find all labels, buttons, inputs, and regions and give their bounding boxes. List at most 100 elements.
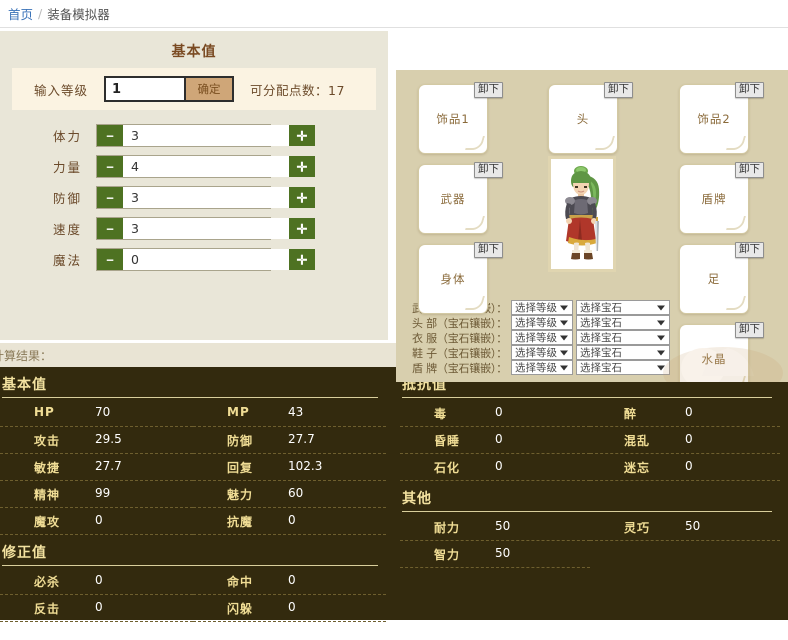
gem-stone-select[interactable]: 选择宝石 xyxy=(576,330,670,345)
results-row: 敏捷 27.7 回复 102.3 xyxy=(0,454,386,481)
results-stat-value: 0 xyxy=(288,600,296,614)
unequip-button[interactable]: 卸下 xyxy=(604,82,633,99)
breadcrumb-current: 装备模拟器 xyxy=(47,7,110,22)
results-stat-value: 43 xyxy=(288,405,304,419)
gem-level-select-value: 选择等级 xyxy=(515,362,557,374)
calc-result-label: 计算结果： xyxy=(0,348,53,363)
results-stat-value: 0 xyxy=(685,459,693,473)
minus-icon: − xyxy=(106,221,114,236)
stat-value-input[interactable] xyxy=(123,218,289,239)
results-stat-name: 反击 xyxy=(34,602,61,616)
gem-socket-row: 头 部（宝石镶嵌）： 选择等级 选择宝石 xyxy=(406,315,671,330)
results-section-divider xyxy=(402,511,772,512)
equipment-slot-label: 水晶 xyxy=(701,352,727,366)
results-stat-name: 混乱 xyxy=(624,434,651,448)
stat-value-input[interactable] xyxy=(123,125,289,146)
results-section-title: 其他 xyxy=(402,491,432,507)
main-panels: 基本值 输入等级 确定 可分配点数：17 体力−✛力量−✛防御−✛速度−✛魔法−… xyxy=(0,28,788,382)
results-stat-name: 命中 xyxy=(227,575,254,589)
results-stat-value: 50 xyxy=(685,519,701,533)
stat-value-input[interactable] xyxy=(123,249,289,270)
gem-level-select[interactable]: 选择等级 xyxy=(511,315,573,330)
results-stat-name: 毒 xyxy=(434,407,448,421)
results-stat-value: 70 xyxy=(95,405,111,419)
results-row: 魔攻 0 抗魔 0 xyxy=(0,508,386,535)
gem-level-select-value: 选择等级 xyxy=(515,347,557,359)
gem-stone-select-value: 选择宝石 xyxy=(580,332,622,344)
gem-level-select[interactable]: 选择等级 xyxy=(511,345,573,360)
stat-value-input[interactable] xyxy=(123,156,289,177)
results-stat-name: 耐力 xyxy=(434,521,461,535)
results-row: 反击 0 闪躲 0 xyxy=(0,595,386,622)
stat-decrease-button[interactable]: − xyxy=(97,187,123,208)
results-cell: 防御 27.7 xyxy=(193,427,386,454)
results-cell: 回复 102.3 xyxy=(193,454,386,481)
stat-decrease-button[interactable]: − xyxy=(97,125,123,146)
stat-decrease-button[interactable]: − xyxy=(97,218,123,239)
results-stat-value: 60 xyxy=(288,486,304,500)
unequip-button[interactable]: 卸下 xyxy=(474,242,503,259)
results-stat-name: 石化 xyxy=(434,461,461,475)
slot-corner-ornament-icon xyxy=(725,216,747,230)
chevron-down-icon xyxy=(657,320,665,325)
results-stat-value: 27.7 xyxy=(95,459,122,473)
unequip-button[interactable]: 卸下 xyxy=(735,322,764,339)
stat-value-input[interactable] xyxy=(123,187,289,208)
results-cell: MP 43 xyxy=(193,400,386,427)
unequip-button[interactable]: 卸下 xyxy=(474,162,503,179)
gem-socket-label: 盾 牌（宝石镶嵌）： xyxy=(412,361,507,375)
results-stat-value: 102.3 xyxy=(288,459,323,473)
minus-icon: − xyxy=(106,252,114,267)
stat-increase-button[interactable]: ✛ xyxy=(289,156,315,177)
equipment-slot-label: 饰品2 xyxy=(697,112,731,126)
results-stat-value: 0 xyxy=(95,600,103,614)
gem-stone-select[interactable]: 选择宝石 xyxy=(576,345,670,360)
confirm-level-button[interactable]: 确定 xyxy=(184,78,233,100)
minus-icon: − xyxy=(106,159,114,174)
results-section-title: 基本值 xyxy=(2,377,47,393)
stat-increase-button[interactable]: ✛ xyxy=(289,125,315,146)
gem-stone-select[interactable]: 选择宝石 xyxy=(576,300,670,315)
unequip-button[interactable]: 卸下 xyxy=(735,242,764,259)
stat-stepper: −✛ xyxy=(96,248,315,271)
character-portrait xyxy=(548,156,616,272)
results-stat-value: 0 xyxy=(685,432,693,446)
minus-icon: − xyxy=(106,128,114,143)
stat-decrease-button[interactable]: − xyxy=(97,249,123,270)
stat-label: 魔法 xyxy=(52,253,82,268)
results-cell: 石化 0 xyxy=(400,454,590,481)
plus-icon: ✛ xyxy=(296,221,308,236)
gem-stone-select[interactable]: 选择宝石 xyxy=(576,360,670,375)
breadcrumb-home-link[interactable]: 首页 xyxy=(8,4,33,23)
unequip-button[interactable]: 卸下 xyxy=(735,82,764,99)
results-section-divider xyxy=(2,565,378,566)
unequip-button[interactable]: 卸下 xyxy=(735,162,764,179)
plus-icon: ✛ xyxy=(296,252,308,267)
gem-level-select[interactable]: 选择等级 xyxy=(511,330,573,345)
stat-row: 速度−✛ xyxy=(0,213,388,244)
stat-increase-button[interactable]: ✛ xyxy=(289,249,315,270)
results-cell: 醉0 xyxy=(590,400,780,427)
stat-increase-button[interactable]: ✛ xyxy=(289,218,315,239)
results-stat-name: 醉 xyxy=(624,407,638,421)
results-cell: 灵巧 50 xyxy=(590,514,780,541)
results-stat-name: 魔攻 xyxy=(34,515,61,529)
results-cell: 反击 0 xyxy=(0,595,193,622)
gem-level-select[interactable]: 选择等级 xyxy=(511,300,573,315)
results-cell: 魅力 60 xyxy=(193,481,386,508)
chevron-down-icon xyxy=(657,365,665,370)
results-cell: 毒0 xyxy=(400,400,590,427)
chevron-down-icon xyxy=(560,305,568,310)
results-cell: 抗魔 0 xyxy=(193,508,386,535)
stat-label: 力量 xyxy=(52,160,82,175)
unequip-button[interactable]: 卸下 xyxy=(474,82,503,99)
level-input[interactable] xyxy=(106,78,185,100)
results-row: 毒0醉0 xyxy=(400,400,780,427)
gem-level-select[interactable]: 选择等级 xyxy=(511,360,573,375)
results-cell: 精神 99 xyxy=(0,481,193,508)
results-cell: 迷忘 0 xyxy=(590,454,780,481)
gem-socket-label: 鞋 子（宝石镶嵌）： xyxy=(412,346,507,360)
stat-decrease-button[interactable]: − xyxy=(97,156,123,177)
gem-stone-select[interactable]: 选择宝石 xyxy=(576,315,670,330)
stat-increase-button[interactable]: ✛ xyxy=(289,187,315,208)
